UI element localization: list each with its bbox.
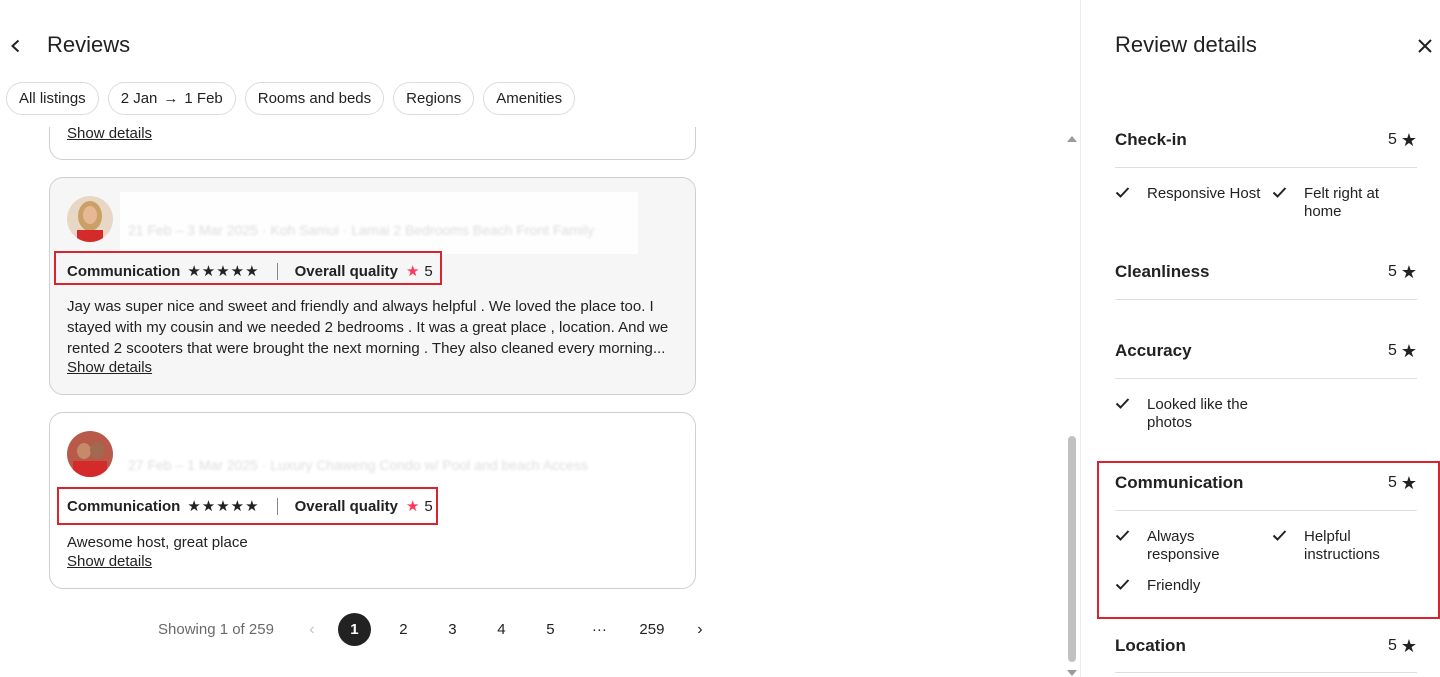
review-text: Jay was super nice and sweet and friendl…: [67, 298, 669, 357]
category-accuracy: Accuracy 5 ★ Looked like the photos: [1115, 338, 1417, 431]
divider: [1115, 378, 1417, 379]
stay-details: 27 Feb – 1 Mar 2025 · Luxury Chaweng Con…: [128, 457, 588, 473]
close-button[interactable]: [1415, 36, 1435, 56]
filter-rooms-and-beds[interactable]: Rooms and beds: [244, 82, 385, 115]
filter-regions[interactable]: Regions: [393, 82, 475, 115]
avatar: [67, 431, 113, 477]
star-icon: ★: [1400, 129, 1417, 150]
star-icon: ★: [1400, 635, 1417, 656]
page-last-button[interactable]: 259: [632, 613, 672, 646]
page-2-button[interactable]: 2: [387, 613, 420, 646]
date-from: 2 Jan: [120, 90, 158, 107]
panel-title: Review details: [1115, 32, 1257, 57]
filter-rooms-label: Rooms and beds: [257, 90, 372, 107]
showing-count: Showing 1 of 259: [158, 621, 274, 638]
scroll-thumb[interactable]: [1068, 436, 1076, 662]
review-card: Show details: [49, 127, 696, 160]
tag-item: Looked like the photos: [1115, 396, 1265, 432]
divider: [1115, 167, 1417, 168]
show-details-link[interactable]: Show details: [67, 127, 152, 142]
category-name: Location: [1115, 636, 1186, 655]
filter-bar: All listings 2 Jan → 1 Feb Rooms and bed…: [6, 82, 576, 115]
page-3-button[interactable]: 3: [436, 613, 469, 646]
divider: [1115, 299, 1417, 300]
category-name: Accuracy: [1115, 341, 1192, 360]
chevron-left-icon: [11, 39, 20, 53]
category-name: Check-in: [1115, 130, 1187, 149]
review-text: Awesome host, great place: [67, 534, 248, 551]
tag-item: Responsive Host: [1115, 185, 1265, 203]
page-title: Reviews: [47, 32, 131, 57]
highlight-box: [54, 251, 442, 285]
filter-date-range[interactable]: 2 Jan → 1 Feb: [107, 82, 236, 115]
reviews-list[interactable]: Show details 21 Feb – 3 Mar 2025 · Koh S…: [0, 127, 1080, 607]
check-icon: [1115, 187, 1130, 198]
pagination-ellipsis: ···: [591, 621, 607, 638]
chevron-right-icon[interactable]: ›: [690, 621, 710, 639]
scroll-down-arrow[interactable]: [1067, 670, 1077, 676]
filter-all-listings[interactable]: All listings: [6, 82, 99, 115]
scrollbar[interactable]: [1066, 130, 1078, 677]
avatar: [67, 196, 113, 242]
category-score: 5 ★: [1387, 635, 1417, 656]
filter-amenities-label: Amenities: [496, 90, 563, 107]
page-5-button[interactable]: 5: [534, 613, 567, 646]
divider: [1115, 672, 1417, 673]
show-details-link[interactable]: Show details: [67, 553, 152, 570]
page-4-button[interactable]: 4: [485, 613, 518, 646]
category-location: Location 5 ★: [1115, 633, 1417, 659]
page-1-button[interactable]: 1: [337, 613, 371, 646]
stay-details: 21 Feb – 3 Mar 2025 · Koh Samui · Lamai …: [128, 222, 595, 238]
reviews-pane: Reviews All listings 2 Jan → 1 Feb Rooms…: [0, 0, 1080, 677]
star-icon: ★: [1400, 340, 1417, 361]
category-score: 5 ★: [1387, 340, 1417, 361]
guest-info-redacted: 27 Feb – 1 Mar 2025 · Luxury Chaweng Con…: [120, 427, 598, 489]
close-icon: [1418, 39, 1432, 53]
filter-regions-label: Regions: [406, 90, 462, 107]
scroll-up-arrow[interactable]: [1067, 136, 1077, 142]
arrow-right-icon: →: [163, 90, 179, 107]
back-button[interactable]: [4, 34, 28, 58]
category-score: 5 ★: [1387, 129, 1417, 150]
pagination: Showing 1 of 259 ‹ 1 2 3 4 5 ··· 259 ›: [158, 613, 710, 646]
category-name: Cleanliness: [1115, 262, 1210, 281]
filter-all-listings-label: All listings: [19, 90, 86, 107]
show-details-link[interactable]: Show details: [67, 359, 152, 376]
star-icon: ★: [1400, 261, 1417, 282]
category-score: 5 ★: [1387, 261, 1417, 282]
highlight-box: [57, 487, 438, 525]
date-to: 1 Feb: [184, 90, 223, 107]
filter-amenities[interactable]: Amenities: [483, 82, 576, 115]
category-checkin: Check-in 5 ★ Responsive Host Felt right a…: [1115, 127, 1417, 220]
check-icon: [1272, 187, 1287, 198]
chevron-left-icon[interactable]: ‹: [302, 621, 322, 639]
check-icon: [1115, 398, 1130, 409]
guest-info-redacted: 21 Feb – 3 Mar 2025 · Koh Samui · Lamai …: [120, 192, 638, 254]
review-card[interactable]: 21 Feb – 3 Mar 2025 · Koh Samui · Lamai …: [49, 177, 696, 395]
highlight-box: [1097, 461, 1440, 619]
review-details-panel: Review details Check-in 5 ★ Responsive Ho…: [1080, 0, 1440, 677]
tag-item: Felt right at home: [1272, 185, 1412, 221]
category-cleanliness: Cleanliness 5 ★: [1115, 259, 1417, 300]
